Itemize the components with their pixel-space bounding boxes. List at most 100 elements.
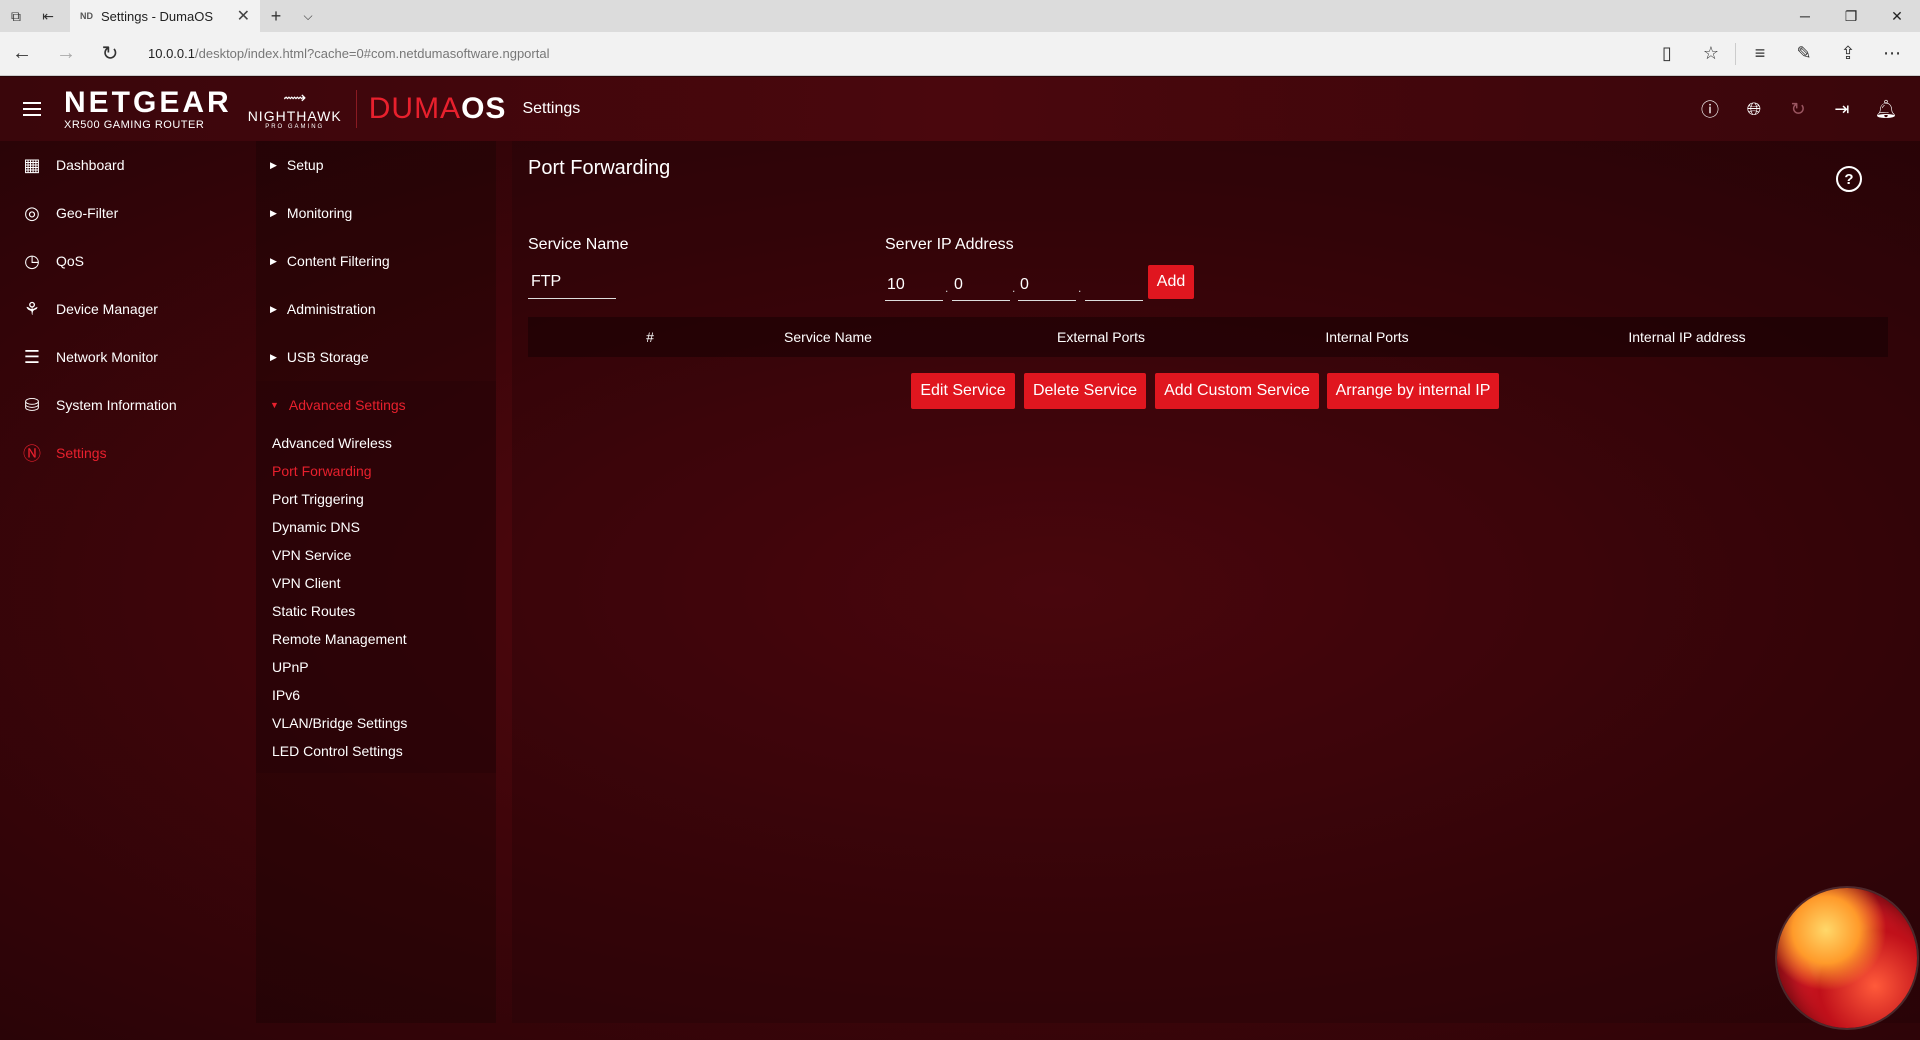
- browser-tab[interactable]: ND Settings - DumaOS ✕: [70, 0, 260, 32]
- restore-tabs-icon[interactable]: ⇤: [32, 0, 64, 32]
- subnav-item-static-routes[interactable]: Static Routes: [256, 597, 496, 625]
- info-icon[interactable]: ⓘ: [1696, 95, 1724, 123]
- arrange-by-ip-button[interactable]: Arrange by internal IP: [1327, 373, 1499, 409]
- subnav-item-dynamic-dns[interactable]: Dynamic DNS: [256, 513, 496, 541]
- subnav-item-vpn-service[interactable]: VPN Service: [256, 541, 496, 569]
- add-button[interactable]: Add: [1148, 265, 1194, 299]
- add-custom-service-button[interactable]: Add Custom Service: [1155, 373, 1319, 409]
- nav-item-geo-filter[interactable]: ◎ Geo-Filter: [0, 189, 240, 237]
- subnav-item-ipv6[interactable]: IPv6: [256, 681, 496, 709]
- nav-item-label: Device Manager: [56, 301, 158, 317]
- refresh-icon[interactable]: ↻: [88, 32, 132, 76]
- window-close-icon[interactable]: ✕: [1874, 0, 1920, 32]
- nav-item-label: Dashboard: [56, 157, 125, 173]
- delete-service-button[interactable]: Delete Service: [1024, 373, 1146, 409]
- nav-item-device-manager[interactable]: ⚘ Device Manager: [0, 285, 240, 333]
- tab-preview-chevron-icon[interactable]: ⌵: [292, 0, 324, 32]
- ip-octet-1-input[interactable]: 10: [885, 273, 943, 301]
- subnav-label: Monitoring: [286, 205, 353, 221]
- subnav-item-vlan-bridge[interactable]: VLAN/Bridge Settings: [256, 709, 496, 737]
- ip-octet-2-input[interactable]: 0: [952, 273, 1010, 301]
- set-aside-tabs-icon[interactable]: ⧉: [0, 0, 32, 32]
- share-icon[interactable]: ⇪: [1828, 34, 1868, 74]
- col-internal-ip[interactable]: Internal IP address: [1628, 329, 1745, 345]
- subnav-item-led-control[interactable]: LED Control Settings: [256, 737, 496, 765]
- nav-item-label: Settings: [56, 445, 107, 461]
- subnav-usb-storage[interactable]: ▶ USB Storage: [256, 333, 496, 381]
- dumaos-duma: DUMA: [368, 92, 462, 125]
- nav-item-dashboard[interactable]: ▦ Dashboard: [0, 141, 240, 189]
- hamburger-menu-icon[interactable]: [0, 98, 64, 120]
- ip-octet-4-input[interactable]: [1085, 273, 1143, 301]
- subnav-item-port-forwarding[interactable]: Port Forwarding: [256, 457, 496, 485]
- subnav-item-upnp[interactable]: UPnP: [256, 653, 496, 681]
- col-number[interactable]: #: [646, 329, 654, 345]
- subnav-label: Advanced Settings: [288, 397, 406, 413]
- favorite-star-icon[interactable]: ☆: [1691, 34, 1731, 74]
- brand-sub: XR500 GAMING ROUTER: [64, 118, 205, 131]
- reading-view-icon[interactable]: ▯: [1647, 34, 1687, 74]
- subnav-monitoring[interactable]: ▶ Monitoring: [256, 189, 496, 237]
- forward-icon[interactable]: →: [44, 32, 88, 76]
- notification-bell-icon[interactable]: 🔔︎: [1872, 95, 1900, 123]
- main-area: ▦ Dashboard ◎ Geo-Filter ◷ QoS ⚘ Device …: [0, 141, 1920, 1040]
- url-field[interactable]: 10.0.0.1/desktop/index.html?cache=0#com.…: [148, 46, 1647, 61]
- new-tab-icon[interactable]: +: [260, 0, 292, 32]
- expand-triangle-icon: ▶: [270, 207, 277, 218]
- help-icon[interactable]: ?: [1836, 166, 1862, 192]
- logout-icon[interactable]: ⇥: [1828, 95, 1856, 123]
- tab-close-icon[interactable]: ✕: [237, 6, 250, 26]
- services-table-header: # Service Name External Ports Internal P…: [528, 317, 1888, 357]
- ip-octet-3-input[interactable]: 0: [1018, 273, 1076, 301]
- language-globe-icon[interactable]: 🌐︎: [1740, 95, 1768, 123]
- settings-subnav: ▶ Setup ▶ Monitoring ▶ Content Filtering ▶ A…: [256, 141, 496, 1023]
- nav-item-settings[interactable]: Ⓝ Settings: [0, 429, 240, 477]
- col-internal-ports[interactable]: Internal Ports: [1325, 329, 1408, 345]
- device-manager-icon: ⚘: [23, 298, 41, 319]
- nighthawk-bird-icon: ⟿: [283, 90, 307, 107]
- back-icon[interactable]: ←: [0, 32, 44, 76]
- divider: [1735, 42, 1736, 65]
- hub-icon[interactable]: ≡: [1740, 34, 1780, 74]
- system-information-icon: ⛁: [24, 394, 40, 415]
- subnav-item-remote-management[interactable]: Remote Management: [256, 625, 496, 653]
- nav-item-label: Network Monitor: [56, 349, 158, 365]
- web-note-icon[interactable]: ✎: [1784, 34, 1824, 74]
- header-title: Settings: [522, 100, 581, 117]
- nighthawk-text: NIGHTHAWK: [247, 108, 342, 124]
- settings-icon: Ⓝ: [23, 444, 41, 464]
- subnav-label: Setup: [286, 157, 324, 173]
- dashboard-icon: ▦: [23, 154, 41, 175]
- ip-dot: .: [945, 281, 949, 295]
- more-icon[interactable]: ⋯: [1872, 34, 1912, 74]
- service-name-input[interactable]: FTP: [528, 271, 616, 299]
- url-host: 10.0.0.1: [148, 46, 195, 61]
- subnav-item-port-triggering[interactable]: Port Triggering: [256, 485, 496, 513]
- expand-triangle-icon: ▶: [270, 255, 277, 266]
- header-divider: [355, 90, 357, 128]
- nighthawk-sub: PRO GAMING: [265, 124, 325, 130]
- minimize-icon[interactable]: ─: [1782, 0, 1828, 32]
- expand-triangle-icon: ▶: [270, 159, 277, 170]
- nav-item-qos[interactable]: ◷ QoS: [0, 237, 240, 285]
- nav-item-system-information[interactable]: ⛁ System Information: [0, 381, 240, 429]
- subnav-setup[interactable]: ▶ Setup: [256, 141, 496, 189]
- update-icon[interactable]: ↻: [1784, 95, 1812, 123]
- browser-tab-bar: ⧉ ⇤ ND Settings - DumaOS ✕ + ⌵ ─ ❐ ✕: [0, 0, 1920, 32]
- nav-item-label: Geo-Filter: [56, 205, 119, 221]
- ip-dot: .: [1078, 281, 1082, 295]
- subnav-content-filtering[interactable]: ▶ Content Filtering: [256, 237, 496, 285]
- nav-item-network-monitor[interactable]: ☰ Network Monitor: [0, 333, 240, 381]
- col-service-name[interactable]: Service Name: [784, 329, 872, 345]
- subnav-item-vpn-client[interactable]: VPN Client: [256, 569, 496, 597]
- server-ip-label: Server IP Address: [885, 236, 1014, 253]
- subnav-administration[interactable]: ▶ Administration: [256, 285, 496, 333]
- dumaos-os: OS: [461, 92, 507, 125]
- restore-icon[interactable]: ❐: [1828, 0, 1874, 32]
- subnav-item-advanced-wireless[interactable]: Advanced Wireless: [256, 429, 496, 457]
- edit-service-button[interactable]: Edit Service: [911, 373, 1015, 409]
- netgear-logo: NETGEAR XR500 GAMING ROUTER: [64, 87, 232, 131]
- subnav-advanced-settings[interactable]: ▼ Advanced Settings: [256, 381, 496, 429]
- subnav-advanced-group: ▼ Advanced Settings Advanced Wireless Por…: [256, 381, 496, 773]
- col-external-ports[interactable]: External Ports: [1057, 329, 1145, 345]
